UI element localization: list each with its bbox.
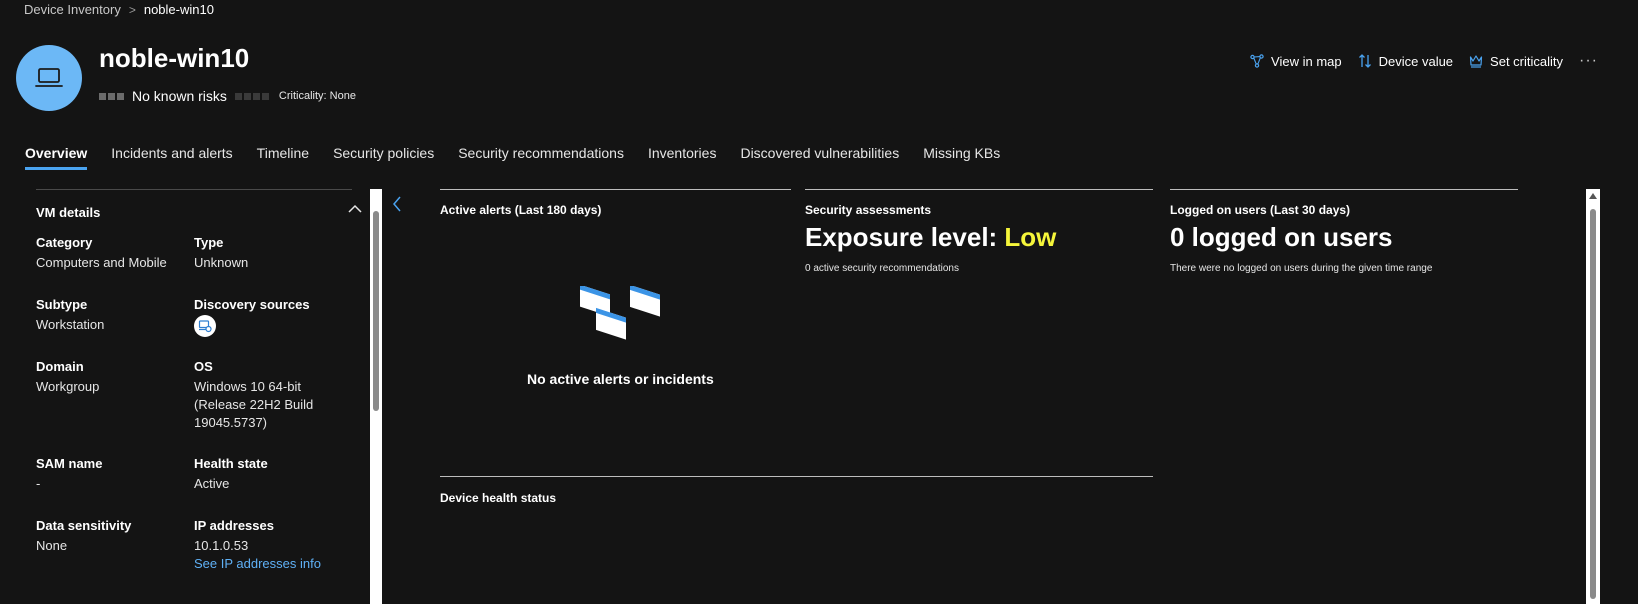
device-health-status-title: Device health status xyxy=(440,491,557,505)
vm-details-title: VM details xyxy=(36,205,101,220)
vm-details-panel: VM details Category Computers and Mobile… xyxy=(24,189,382,604)
exposure-level-value[interactable]: Low xyxy=(1004,222,1056,252)
page-title: noble-win10 xyxy=(99,43,250,73)
os-value-line-3: 19045.5737) xyxy=(194,415,268,430)
sam-name-value: - xyxy=(36,476,41,491)
logged-on-users-title: Logged on users (Last 30 days) xyxy=(1170,203,1351,217)
tab-missing-kbs[interactable]: Missing KBs xyxy=(923,145,1000,170)
discovery-sources-label: Discovery sources xyxy=(194,297,310,312)
domain-label: Domain xyxy=(36,359,84,374)
tab-security-policies[interactable]: Security policies xyxy=(333,145,434,170)
set-criticality-label: Set criticality xyxy=(1490,53,1564,69)
risk-label: No known risks xyxy=(132,88,227,104)
subtype-label: Subtype xyxy=(36,297,88,312)
criticality-label: Criticality: None xyxy=(278,90,356,102)
logged-on-users-count: 0 logged on users xyxy=(1170,222,1393,252)
security-assessments-title: Security assessments xyxy=(805,203,932,217)
device-value-button[interactable]: Device value xyxy=(1358,54,1453,69)
device-avatar xyxy=(16,45,82,111)
type-label: Type xyxy=(194,235,224,250)
tab-timeline[interactable]: Timeline xyxy=(257,145,309,170)
sam-name-label: SAM name xyxy=(36,456,103,471)
set-criticality-button[interactable]: Set criticality xyxy=(1469,54,1563,69)
active-alerts-title: Active alerts (Last 180 days) xyxy=(440,203,602,217)
view-in-map-label: View in map xyxy=(1271,53,1342,69)
os-value-line-2: (Release 22H2 Build xyxy=(194,397,314,412)
risk-level-indicator xyxy=(99,92,124,100)
empty-alerts-illustration-icon xyxy=(580,286,660,340)
chevron-up-icon[interactable] xyxy=(348,204,362,214)
alerts-card-divider xyxy=(440,189,791,190)
view-in-map-button[interactable]: View in map xyxy=(1250,54,1342,69)
tab-inventories[interactable]: Inventories xyxy=(648,145,716,170)
chevron-left-icon[interactable] xyxy=(392,196,402,212)
laptop-icon xyxy=(35,68,63,87)
tab-discovered-vulnerabilities[interactable]: Discovered vulnerabilities xyxy=(740,145,899,170)
data-sensitivity-label: Data sensitivity xyxy=(36,518,132,533)
content-scroll-thumb[interactable] xyxy=(1590,209,1596,599)
discovery-device-icon[interactable] xyxy=(194,315,216,337)
tab-bar: Overview Incidents and alerts Timeline S… xyxy=(25,145,1000,170)
vm-details-scroll-thumb[interactable] xyxy=(373,211,379,411)
content-scrollbar[interactable] xyxy=(1586,189,1600,604)
sort-arrows-icon xyxy=(1358,54,1371,68)
users-card-divider xyxy=(1170,189,1518,190)
security-card-divider xyxy=(805,189,1153,190)
header-actions: View in map Device value Set criticality… xyxy=(1250,52,1598,70)
tab-security-recommendations[interactable]: Security recommendations xyxy=(458,145,624,170)
vm-details-scrollbar[interactable] xyxy=(370,189,382,604)
ip-addresses-label: IP addresses xyxy=(194,518,274,533)
logged-on-users-description: There were no logged on users during the… xyxy=(1170,263,1433,274)
ip-address-value: 10.1.0.53 xyxy=(194,538,249,553)
exposure-level-prefix: Exposure level: xyxy=(805,222,1005,252)
criticality-level-indicator xyxy=(234,92,269,100)
health-card-divider xyxy=(440,476,1153,477)
no-alerts-message: No active alerts or incidents xyxy=(527,371,714,387)
device-value-label: Device value xyxy=(1378,53,1454,69)
overview-content: Active alerts (Last 180 days) No active … xyxy=(424,189,1596,604)
scroll-up-icon[interactable] xyxy=(1589,193,1597,199)
os-label: OS xyxy=(194,359,213,374)
more-options-icon[interactable]: ··· xyxy=(1579,52,1598,70)
breadcrumb-device-inventory-link[interactable]: Device Inventory xyxy=(24,2,121,17)
health-state-label: Health state xyxy=(194,456,268,471)
crown-icon xyxy=(1469,55,1483,68)
map-graph-icon xyxy=(1250,54,1264,68)
tab-overview[interactable]: Overview xyxy=(25,145,88,170)
see-ip-addresses-link[interactable]: See IP addresses info xyxy=(194,555,321,573)
category-label: Category xyxy=(36,235,93,250)
exposure-level: Exposure level: Low xyxy=(805,222,1056,253)
risk-row: No known risks Criticality: None xyxy=(99,88,356,104)
breadcrumb-current: noble-win10 xyxy=(143,2,214,17)
active-recommendations-count: 0 active security recommendations xyxy=(805,263,959,274)
subtype-value: Workstation xyxy=(36,317,105,332)
category-value: Computers and Mobile xyxy=(36,255,167,270)
type-value: Unknown xyxy=(194,255,249,270)
tab-incidents-and-alerts[interactable]: Incidents and alerts xyxy=(111,145,232,170)
breadcrumb: Device Inventory > noble-win10 xyxy=(24,2,214,17)
domain-value: Workgroup xyxy=(36,379,100,394)
health-state-value: Active xyxy=(194,476,230,491)
data-sensitivity-value: None xyxy=(36,538,68,553)
os-value-line-1: Windows 10 64-bit xyxy=(194,379,301,394)
breadcrumb-separator: > xyxy=(128,2,136,17)
